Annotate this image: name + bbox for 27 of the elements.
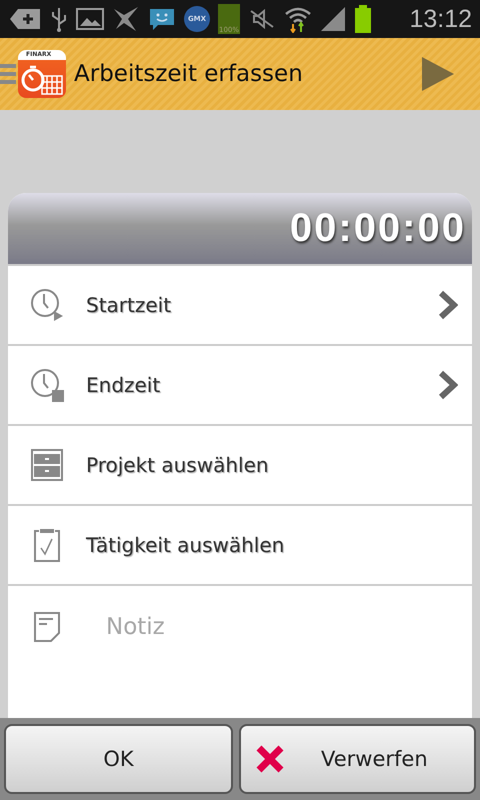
screen-title: Arbeitszeit erfassen [74, 61, 303, 87]
image-icon [76, 7, 104, 31]
chevron-right-icon [438, 290, 458, 320]
discard-button[interactable]: Verwerfen [239, 724, 476, 794]
ok-button[interactable]: OK [4, 724, 233, 794]
play-icon[interactable] [422, 57, 454, 91]
smiley-message-icon [148, 7, 176, 31]
usb-icon [50, 6, 68, 32]
row-label: Startzeit [86, 293, 172, 317]
clock-start-icon [30, 288, 64, 322]
add-notification-icon [8, 7, 42, 31]
cabinet-icon [30, 448, 64, 482]
clock: 13:12 [409, 4, 472, 34]
note-field[interactable]: Notiz [104, 612, 452, 656]
mute-icon [248, 7, 276, 31]
clock-stop-icon [30, 368, 64, 402]
row-label: Tätigkeit auswählen [86, 533, 284, 557]
battery-icon [354, 5, 372, 33]
row-label: Projekt auswählen [86, 453, 269, 477]
menu-icon[interactable] [0, 62, 16, 86]
app-notification-icon [112, 5, 140, 33]
chevron-right-icon [438, 370, 458, 400]
close-icon [255, 744, 285, 774]
signal-icon [320, 6, 346, 32]
wifi-icon [284, 5, 312, 33]
row-label: Endzeit [86, 373, 160, 397]
timer-display: 00:00:00 [290, 206, 466, 251]
